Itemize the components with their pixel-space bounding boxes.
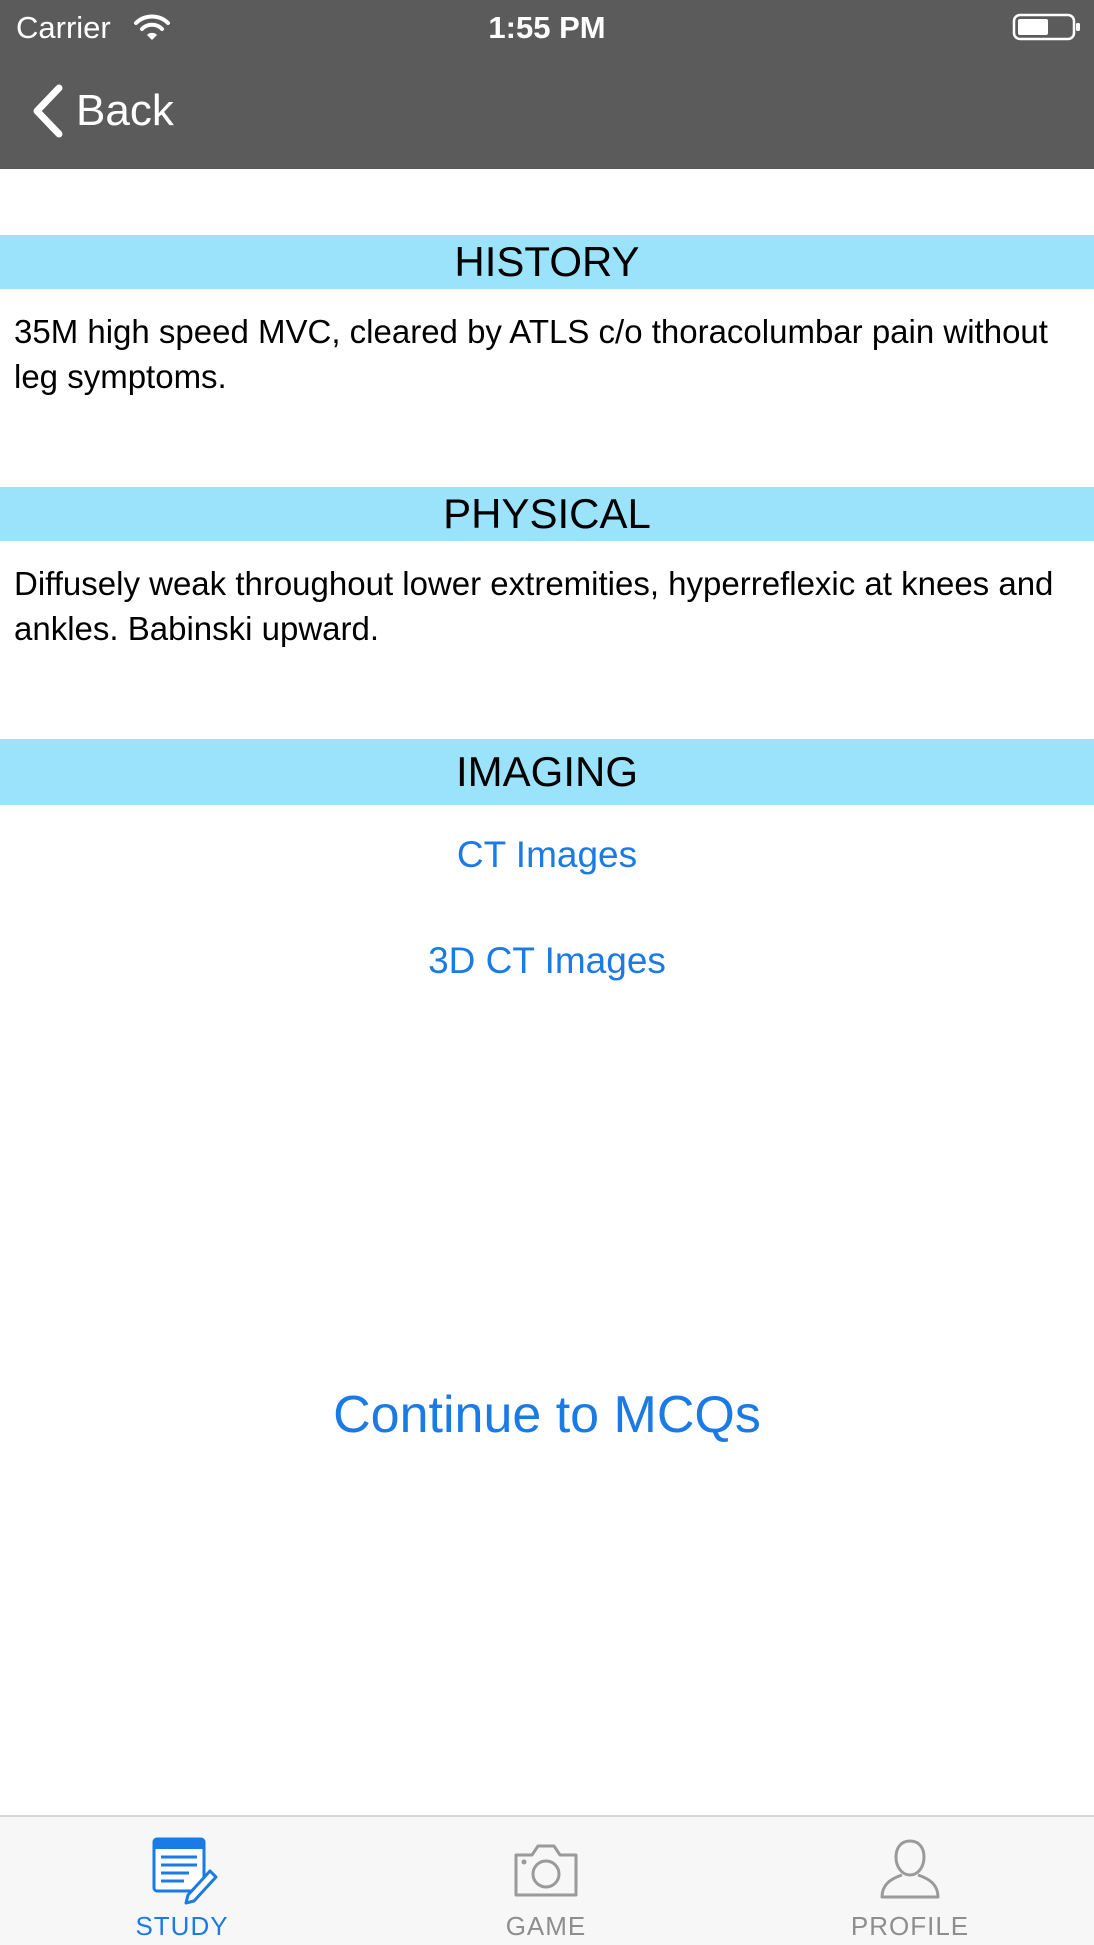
tab-profile[interactable]: PROFILE — [728, 1817, 1092, 1945]
tab-game-label: GAME — [505, 1911, 587, 1941]
person-icon — [880, 1839, 940, 1899]
history-text: 35M high speed MVC, cleared by ATLS c/o … — [14, 313, 1048, 395]
tab-study[interactable]: STUDY — [0, 1817, 364, 1945]
back-button[interactable]: Back — [30, 81, 174, 141]
navigation-bar: Back — [0, 55, 1094, 169]
camera-icon — [514, 1844, 578, 1897]
status-bar: Carrier 1:55 PM — [0, 0, 1094, 55]
tab-profile-label: PROFILE — [850, 1911, 970, 1941]
tab-study-label: STUDY — [135, 1911, 229, 1941]
chevron-left-icon — [33, 84, 63, 138]
tab-bar: STUDY GAME PROFILE — [0, 1815, 1094, 1945]
imaging-header: IMAGING — [0, 739, 1094, 805]
tab-game[interactable]: GAME — [364, 1817, 728, 1945]
physical-header: PHYSICAL — [0, 487, 1094, 541]
status-time: 1:55 PM — [488, 10, 606, 45]
physical-text: Diffusely weak throughout lower extremit… — [14, 565, 1054, 647]
history-header: HISTORY — [0, 235, 1094, 289]
back-label: Back — [76, 86, 174, 135]
study-document-icon — [152, 1837, 218, 1905]
ct-images-link[interactable]: CT Images — [0, 834, 1094, 876]
battery-icon — [1012, 13, 1080, 41]
3d-ct-images-link[interactable]: 3D CT Images — [0, 940, 1094, 982]
continue-to-mcqs-button[interactable]: Continue to MCQs — [0, 1385, 1094, 1445]
